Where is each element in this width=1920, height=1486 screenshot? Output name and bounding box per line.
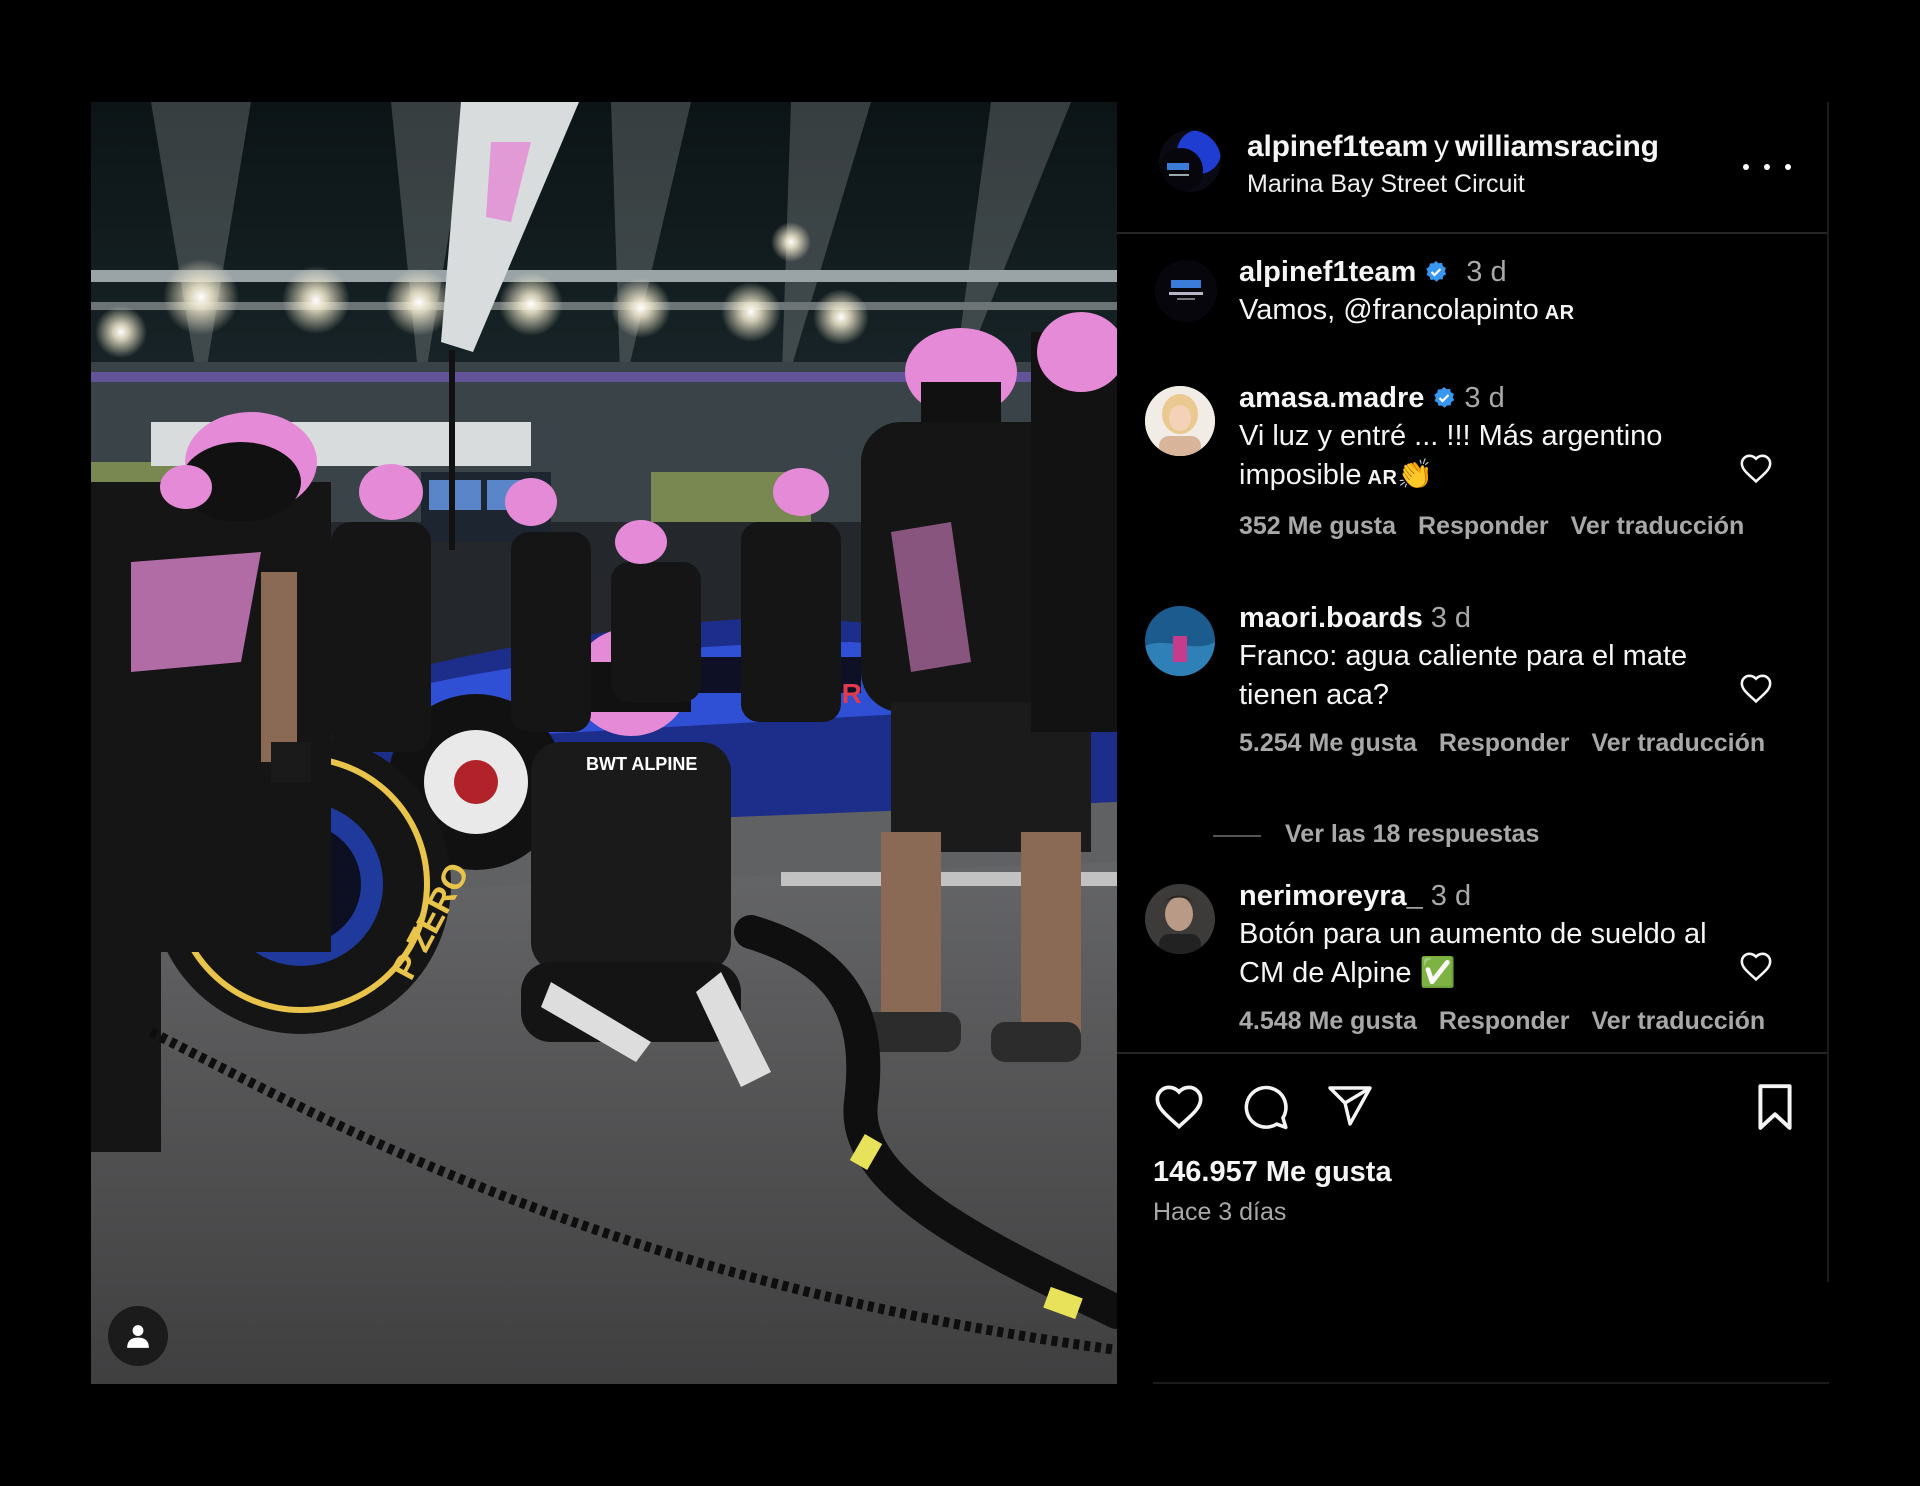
- comment-username[interactable]: nerimoreyra_: [1239, 880, 1423, 912]
- comment-icon[interactable]: [1239, 1082, 1291, 1132]
- comment-time[interactable]: 3 d: [1431, 602, 1471, 634]
- verified-badge-icon: [1434, 387, 1455, 408]
- comment-likes[interactable]: 352 Me gusta: [1239, 512, 1396, 540]
- comment-likes[interactable]: 4.548 Me gusta: [1239, 1007, 1417, 1035]
- share-icon[interactable]: [1325, 1082, 1375, 1130]
- location-link[interactable]: Marina Bay Street Circuit: [1247, 170, 1525, 199]
- comment-like-icon[interactable]: [1739, 950, 1773, 982]
- caption-time[interactable]: 3 d: [1466, 256, 1506, 288]
- post-photo[interactable]: MYPR P ZERO BWT ALPINE: [91, 102, 1117, 1384]
- comment-text-line2: imposible: [1239, 459, 1362, 491]
- view-replies-button[interactable]: Ver las 18 respuestas: [1213, 820, 1813, 854]
- check-emoji: ✅: [1419, 957, 1456, 989]
- author-link-williamsracing[interactable]: williamsracing: [1455, 130, 1659, 163]
- post-container: MYPR P ZERO BWT ALPINE: [91, 102, 1829, 1384]
- avatar[interactable]: [1145, 386, 1215, 456]
- author-conjunction: y: [1434, 130, 1449, 163]
- person-icon: [127, 1325, 149, 1348]
- comment-text-line1: Vi luz y entré ... !!! Más argentino: [1239, 420, 1663, 452]
- collab-avatar[interactable]: [1159, 130, 1221, 192]
- svg-text:BWT ALPINE: BWT ALPINE: [586, 754, 697, 774]
- clap-emoji: 👏: [1397, 459, 1434, 491]
- author-link-alpinef1team[interactable]: alpinef1team: [1247, 130, 1428, 163]
- post-header: alpinef1team y williamsracing Marina Bay S…: [1117, 102, 1827, 234]
- translate-button[interactable]: Ver traducción: [1591, 729, 1765, 757]
- post-authors: alpinef1team y williamsracing: [1247, 130, 1659, 164]
- reply-button[interactable]: Responder: [1439, 729, 1570, 757]
- heart-icon[interactable]: [1153, 1082, 1205, 1130]
- comment-username[interactable]: amasa.madre: [1239, 382, 1424, 414]
- flag-ar: AR: [1544, 302, 1575, 324]
- comment-like-icon[interactable]: [1739, 672, 1773, 704]
- user-photo: [1145, 606, 1215, 676]
- replies-divider-line: [1213, 835, 1261, 837]
- user-photo: [1145, 884, 1215, 954]
- reply-button[interactable]: Responder: [1439, 1007, 1570, 1035]
- view-replies-label: Ver las 18 respuestas: [1285, 820, 1540, 848]
- dot: [1743, 164, 1749, 170]
- avatar[interactable]: [1145, 606, 1215, 676]
- comment-likes[interactable]: 5.254 Me gusta: [1239, 729, 1417, 757]
- caption-username[interactable]: alpinef1team: [1239, 256, 1416, 288]
- comment-text-line2: tienen aca?: [1239, 679, 1389, 711]
- flag-ar: AR: [1367, 467, 1398, 489]
- post-likes-count[interactable]: 146.957 Me gusta: [1153, 1156, 1392, 1189]
- bookmark-icon[interactable]: [1753, 1082, 1797, 1132]
- alpine-logo: [1155, 260, 1217, 322]
- pit-stop-photo: MYPR P ZERO BWT ALPINE: [91, 102, 1117, 1384]
- user-photo: [1145, 386, 1215, 456]
- verified-badge-icon: [1426, 261, 1447, 282]
- translate-button[interactable]: Ver traducción: [1571, 512, 1745, 540]
- translate-button[interactable]: Ver traducción: [1591, 1007, 1765, 1035]
- comment-text-line1: Botón para un aumento de sueldo al: [1239, 918, 1707, 950]
- bottom-divider: [1153, 1382, 1829, 1384]
- comment-text-line1: Franco: agua caliente para el mate: [1239, 640, 1688, 672]
- dot: [1785, 164, 1791, 170]
- avatar[interactable]: [1145, 884, 1215, 954]
- comment-username[interactable]: maori.boards: [1239, 602, 1423, 634]
- actions-divider: [1117, 1052, 1827, 1054]
- comment-text-line2: CM de Alpine: [1239, 957, 1412, 989]
- dot: [1764, 164, 1770, 170]
- comment-time[interactable]: 3 d: [1431, 880, 1471, 912]
- tagged-users-button[interactable]: [108, 1306, 168, 1366]
- comment-like-icon[interactable]: [1739, 452, 1773, 484]
- comments-list[interactable]: alpinef1team 3 d Vamos, @francolapinto AR: [1117, 234, 1827, 1052]
- alpine-williams-logo: [1159, 130, 1221, 192]
- more-options-button[interactable]: [1743, 152, 1791, 182]
- comment-time[interactable]: 3 d: [1464, 382, 1504, 414]
- post-timestamp[interactable]: Hace 3 días: [1153, 1198, 1286, 1227]
- caption-avatar[interactable]: [1155, 260, 1217, 322]
- reply-button[interactable]: Responder: [1418, 512, 1549, 540]
- caption-text: Vamos, @francolapinto: [1239, 294, 1539, 326]
- panel-divider: [1827, 102, 1829, 1282]
- post-action-bar: [1117, 1082, 1827, 1142]
- post-details-panel: alpinef1team y williamsracing Marina Bay S…: [1117, 102, 1829, 1384]
